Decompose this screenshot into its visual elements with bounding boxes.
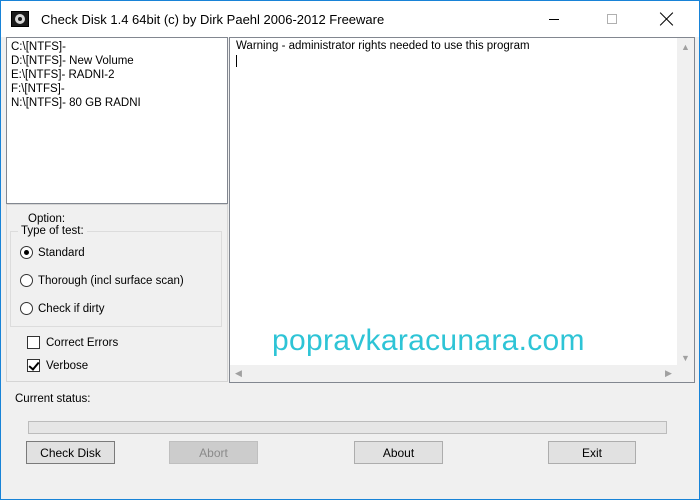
- radio-check-if-dirty[interactable]: Check if dirty: [20, 302, 104, 315]
- drive-item[interactable]: C:\[NTFS]-: [11, 40, 223, 54]
- drive-item[interactable]: D:\[NTFS]- New Volume: [11, 54, 223, 68]
- horizontal-scrollbar[interactable]: ◀ ▶: [230, 365, 677, 382]
- checkbox-label: Verbose: [46, 359, 89, 372]
- log-message: Warning - administrator rights needed to…: [236, 40, 530, 52]
- verbose-checkbox[interactable]: Verbose: [27, 359, 88, 372]
- checkbox-control[interactable]: [27, 359, 40, 372]
- drive-item[interactable]: E:\[NTFS]- RADNI-2: [11, 68, 223, 82]
- scroll-up-icon[interactable]: ▲: [677, 38, 694, 55]
- window-title: Check Disk 1.4 64bit (c) by Dirk Paehl 2…: [41, 12, 385, 27]
- minimize-button[interactable]: [531, 1, 577, 37]
- progress-bar: [28, 421, 667, 434]
- option-label: Option:: [28, 213, 66, 225]
- current-status-label: Current status:: [15, 393, 91, 405]
- correct-errors-checkbox[interactable]: Correct Errors: [27, 336, 118, 349]
- scroll-right-icon[interactable]: ▶: [660, 365, 677, 382]
- app-window: Check Disk 1.4 64bit (c) by Dirk Paehl 2…: [0, 0, 700, 500]
- scroll-down-icon[interactable]: ▼: [677, 349, 694, 366]
- checkbox-control[interactable]: [27, 336, 40, 349]
- maximize-icon: [607, 14, 617, 24]
- drive-item[interactable]: F:\[NTFS]-: [11, 82, 223, 96]
- radio-label: Thorough (incl surface scan): [38, 274, 184, 287]
- radio-standard[interactable]: Standard: [20, 246, 85, 259]
- vertical-scrollbar[interactable]: ▲ ▼: [677, 38, 694, 366]
- minimize-icon: [549, 18, 559, 20]
- radio-control[interactable]: [20, 274, 33, 287]
- abort-button[interactable]: Abort: [169, 441, 258, 464]
- options-panel: Option: Type of test: Standard Thorough …: [6, 204, 228, 382]
- close-icon: [660, 12, 674, 26]
- drive-item[interactable]: N:\[NTFS]- 80 GB RADNI: [11, 96, 223, 110]
- maximize-button[interactable]: [589, 1, 635, 37]
- radio-control[interactable]: [20, 246, 33, 259]
- check-disk-button[interactable]: Check Disk: [26, 441, 115, 464]
- watermark-text: popravkaracunara.com: [272, 324, 585, 357]
- checkdisk-app-icon[interactable]: [11, 11, 29, 27]
- test-type-group: Type of test: Standard Thorough (incl su…: [10, 225, 222, 327]
- about-button[interactable]: About: [354, 441, 443, 464]
- radio-label: Check if dirty: [38, 302, 105, 315]
- scroll-left-icon[interactable]: ◀: [230, 365, 247, 382]
- title-bar[interactable]: Check Disk 1.4 64bit (c) by Dirk Paehl 2…: [1, 1, 699, 37]
- radio-thorough[interactable]: Thorough (incl surface scan): [20, 274, 184, 287]
- close-button[interactable]: [644, 1, 690, 37]
- drive-list[interactable]: C:\[NTFS]- D:\[NTFS]- New Volume E:\[NTF…: [6, 37, 228, 204]
- text-caret: [236, 55, 237, 67]
- radio-label: Standard: [38, 246, 85, 259]
- checkbox-label: Correct Errors: [46, 336, 119, 349]
- test-type-label: Type of test:: [18, 225, 87, 237]
- exit-button[interactable]: Exit: [548, 441, 636, 464]
- radio-control[interactable]: [20, 302, 33, 315]
- scroll-corner: [677, 365, 694, 382]
